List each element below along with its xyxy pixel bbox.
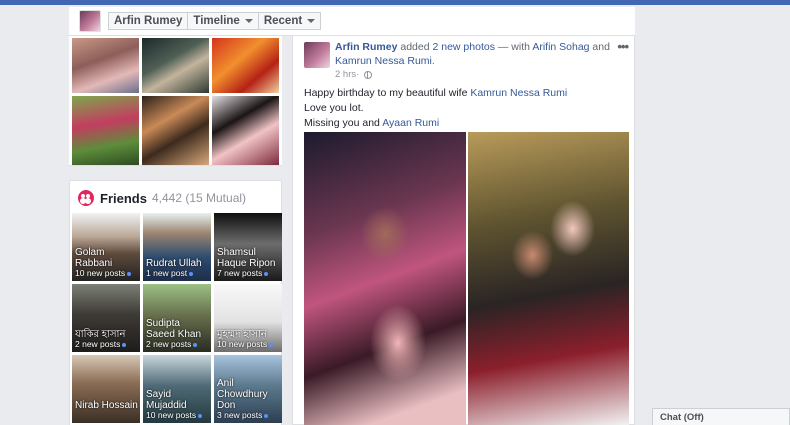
friend-posts: 7 new posts [217, 268, 269, 278]
unread-dot-icon [264, 271, 269, 276]
friends-icon [78, 190, 94, 206]
mention-link[interactable]: Ayaan Rumi [382, 117, 439, 129]
friend-tile[interactable]: Golam Rabbani 10 new posts [72, 213, 140, 281]
photos-card [69, 36, 282, 166]
unread-dot-icon [198, 413, 203, 418]
friend-posts: 10 new posts [75, 268, 132, 278]
chevron-down-icon [307, 19, 316, 23]
photo-thumbnail[interactable] [142, 38, 209, 93]
globe-icon [364, 70, 373, 79]
friend-posts: 10 new posts [146, 410, 203, 420]
post-body: Happy birthday to my beautiful wife Kamr… [304, 87, 568, 129]
friend-tile[interactable]: Nirab Hossain [72, 355, 140, 423]
post-header: Arfin Rumey added 2 new photos — with Ar… [335, 41, 610, 67]
photo-thumbnail[interactable] [142, 96, 209, 165]
friend-tile[interactable]: Sayid Mujaddid 10 new posts [143, 355, 211, 423]
profile-name-button[interactable]: Arfin Rumey [108, 12, 189, 30]
friend-tile[interactable]: মুহম্মদ হাসান 10 new posts [214, 284, 282, 352]
timeline-dropdown[interactable]: Timeline [188, 12, 259, 30]
unread-dot-icon [193, 342, 198, 347]
post-photo[interactable] [468, 132, 629, 425]
friend-posts: 10 new posts [217, 339, 274, 349]
post-author-link[interactable]: Arfin Rumey [335, 41, 397, 53]
friend-tile[interactable]: Anil Chowdhury Don 3 new posts [214, 355, 282, 423]
tagged-user-link[interactable]: Kamrun Nessa Rumi [335, 55, 432, 67]
friend-posts: 1 new post [146, 268, 194, 278]
profile-avatar[interactable] [79, 10, 101, 32]
friend-posts: 2 new posts [146, 339, 198, 349]
friend-name[interactable]: Shamsul Haque Ripon [217, 247, 280, 269]
friend-posts: 3 new posts [217, 410, 269, 420]
mention-link[interactable]: Kamrun Nessa Rumi [470, 87, 567, 99]
friend-posts: 2 new posts [75, 339, 127, 349]
tagged-user-link[interactable]: Arifin Sohag [532, 41, 589, 53]
friend-name[interactable]: Anil Chowdhury Don [217, 378, 280, 411]
friends-title[interactable]: Friends [100, 191, 147, 206]
recent-dropdown[interactable]: Recent [258, 12, 322, 30]
photo-thumbnail[interactable] [212, 96, 279, 165]
friends-card: Friends 4,442 (15 Mutual) Golam Rabbani 1… [69, 180, 282, 425]
breadcrumb: Arfin Rumey Timeline Recent [108, 12, 322, 30]
friend-tile[interactable]: Shamsul Haque Ripon 7 new posts [214, 213, 282, 281]
timeline-header: Arfin Rumey Timeline Recent [69, 7, 635, 36]
more-options-icon[interactable]: ••• [617, 39, 629, 54]
photo-thumbnail[interactable] [72, 96, 139, 165]
friend-tile[interactable]: Rudrat Ullah 1 new post [143, 213, 211, 281]
feed-post: Arfin Rumey added 2 new photos — with Ar… [292, 36, 635, 425]
post-author-avatar[interactable] [304, 42, 330, 68]
chevron-down-icon [244, 19, 253, 23]
photo-thumbnail[interactable] [72, 38, 139, 93]
unread-dot-icon [122, 342, 127, 347]
photos-link[interactable]: 2 new photos [432, 41, 494, 53]
friend-name[interactable]: Sayid Mujaddid [146, 389, 209, 411]
photo-thumbnail[interactable] [212, 38, 279, 93]
friend-tile[interactable]: যাকির হাসান 2 new posts [72, 284, 140, 352]
friend-tile[interactable]: Sudipta Saeed Khan 2 new posts [143, 284, 211, 352]
post-photo[interactable] [304, 132, 466, 425]
unread-dot-icon [189, 271, 194, 276]
unread-dot-icon [269, 342, 274, 347]
post-timestamp: 2 hrs · [335, 69, 373, 80]
friend-name[interactable]: Sudipta Saeed Khan [146, 318, 209, 340]
unread-dot-icon [127, 271, 132, 276]
unread-dot-icon [264, 413, 269, 418]
friend-name[interactable]: Nirab Hossain [75, 400, 138, 411]
chat-sidebar-toggle[interactable]: Chat (Off) [652, 408, 790, 425]
friend-name[interactable]: Golam Rabbani [75, 247, 138, 269]
top-nav-bar [0, 0, 790, 5]
friends-count: 4,442 (15 Mutual) [151, 191, 247, 205]
